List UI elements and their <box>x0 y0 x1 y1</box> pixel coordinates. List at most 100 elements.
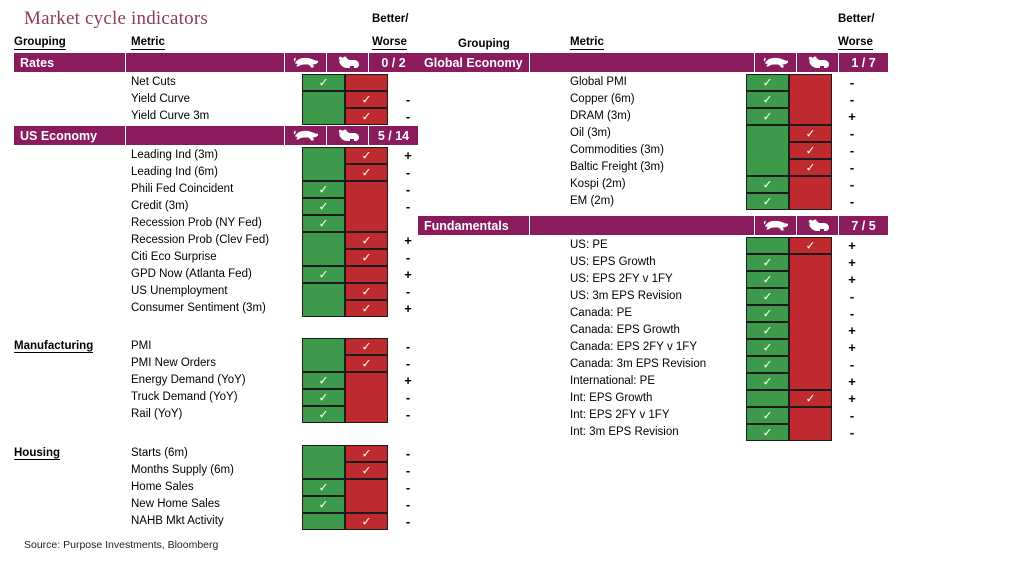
bear-cell[interactable]: ✓ <box>345 249 388 266</box>
bear-cell[interactable] <box>789 108 832 125</box>
metric-label: Months Supply (6m) <box>131 464 234 476</box>
bear-cell[interactable] <box>789 74 832 91</box>
bull-cell[interactable]: ✓ <box>302 215 345 232</box>
bear-cell[interactable] <box>345 496 388 513</box>
bull-cell[interactable] <box>302 283 345 300</box>
bull-cell[interactable] <box>746 390 789 407</box>
metric-row: Leading Ind (3m) ✓ + <box>14 147 418 164</box>
better-worse-indicator: - <box>849 126 855 141</box>
bear-cell[interactable]: ✓ <box>345 355 388 372</box>
bear-cell[interactable]: ✓ <box>345 283 388 300</box>
bear-cell[interactable] <box>789 193 832 210</box>
bull-cell[interactable] <box>746 142 789 159</box>
bear-cell[interactable]: ✓ <box>789 390 832 407</box>
bull-cell[interactable] <box>302 91 345 108</box>
bear-cell[interactable]: ✓ <box>345 147 388 164</box>
bear-cell[interactable] <box>789 322 832 339</box>
bull-cell[interactable] <box>302 147 345 164</box>
bull-cell[interactable] <box>302 338 345 355</box>
bear-cell[interactable]: ✓ <box>789 237 832 254</box>
bear-cell[interactable]: ✓ <box>345 338 388 355</box>
check-icon: ✓ <box>361 92 372 106</box>
bull-cell[interactable]: ✓ <box>746 254 789 271</box>
right-column-headers: Grouping Metric Worse <box>418 34 888 50</box>
metric-label: Int: 3m EPS Revision <box>570 426 679 438</box>
bull-cell[interactable]: ✓ <box>746 176 789 193</box>
bull-cell[interactable]: ✓ <box>746 407 789 424</box>
bear-cell[interactable]: ✓ <box>345 232 388 249</box>
bear-cell[interactable] <box>789 356 832 373</box>
metric-row: Canada: EPS 2FY v 1FY ✓ + <box>418 339 888 356</box>
bull-cell[interactable]: ✓ <box>302 181 345 198</box>
bull-cell[interactable]: ✓ <box>746 339 789 356</box>
bear-cell[interactable]: ✓ <box>789 142 832 159</box>
check-icon: ✓ <box>318 182 329 196</box>
bull-cell[interactable] <box>302 249 345 266</box>
bull-cell[interactable] <box>302 513 345 530</box>
bear-cell[interactable] <box>789 339 832 356</box>
bear-cell[interactable]: ✓ <box>345 462 388 479</box>
metric-label: DRAM (3m) <box>570 110 631 122</box>
bull-cell[interactable] <box>302 300 345 317</box>
bear-cell[interactable]: ✓ <box>789 159 832 176</box>
bull-cell[interactable]: ✓ <box>302 74 345 91</box>
bear-cell[interactable] <box>345 266 388 283</box>
bull-cell[interactable]: ✓ <box>746 356 789 373</box>
bull-cell[interactable]: ✓ <box>746 424 789 441</box>
bull-cell[interactable]: ✓ <box>302 389 345 406</box>
bull-cell[interactable]: ✓ <box>302 198 345 215</box>
bear-cell[interactable] <box>345 181 388 198</box>
group-score: 7 / 5 <box>838 216 888 235</box>
bear-cell[interactable]: ✓ <box>345 108 388 125</box>
header-grouping-right: Grouping <box>458 38 510 50</box>
group-score: 0 / 2 <box>368 53 418 72</box>
bull-cell[interactable]: ✓ <box>746 322 789 339</box>
header-grouping: Grouping <box>14 36 66 50</box>
bull-cell[interactable]: ✓ <box>746 271 789 288</box>
bear-cell[interactable] <box>789 271 832 288</box>
bull-cell[interactable]: ✓ <box>302 496 345 513</box>
bear-cell[interactable] <box>345 74 388 91</box>
bull-cell[interactable]: ✓ <box>302 266 345 283</box>
bull-cell[interactable]: ✓ <box>746 108 789 125</box>
bull-cell[interactable] <box>746 159 789 176</box>
bear-cell[interactable]: ✓ <box>345 513 388 530</box>
bear-cell[interactable] <box>789 176 832 193</box>
bear-cell[interactable] <box>789 305 832 322</box>
bear-cell[interactable] <box>345 215 388 232</box>
bear-cell[interactable] <box>345 406 388 423</box>
bear-cell[interactable]: ✓ <box>789 125 832 142</box>
bull-cell[interactable] <box>746 125 789 142</box>
bear-cell[interactable]: ✓ <box>345 445 388 462</box>
bull-cell[interactable]: ✓ <box>746 193 789 210</box>
bear-cell[interactable] <box>789 407 832 424</box>
bear-cell[interactable] <box>345 372 388 389</box>
bull-cell[interactable]: ✓ <box>746 74 789 91</box>
bull-cell[interactable]: ✓ <box>302 406 345 423</box>
bear-cell[interactable] <box>789 424 832 441</box>
bull-cell[interactable]: ✓ <box>302 479 345 496</box>
bear-cell[interactable] <box>789 373 832 390</box>
bear-cell[interactable]: ✓ <box>345 91 388 108</box>
bull-cell[interactable] <box>746 237 789 254</box>
bear-cell[interactable] <box>789 254 832 271</box>
bull-cell[interactable] <box>302 232 345 249</box>
bear-cell[interactable] <box>789 288 832 305</box>
bull-cell[interactable] <box>302 164 345 181</box>
bear-cell[interactable] <box>345 389 388 406</box>
bull-cell[interactable] <box>302 108 345 125</box>
bear-cell[interactable]: ✓ <box>345 300 388 317</box>
bull-cell[interactable] <box>302 355 345 372</box>
bull-cell[interactable]: ✓ <box>746 91 789 108</box>
bull-cell[interactable]: ✓ <box>746 305 789 322</box>
bull-cell[interactable]: ✓ <box>746 373 789 390</box>
bull-cell[interactable] <box>302 445 345 462</box>
bear-cell[interactable] <box>789 91 832 108</box>
bear-cell[interactable]: ✓ <box>345 164 388 181</box>
bear-cell[interactable] <box>345 479 388 496</box>
bull-cell[interactable]: ✓ <box>302 372 345 389</box>
bear-cell[interactable] <box>345 198 388 215</box>
group-name: Global Economy <box>418 53 530 72</box>
bull-cell[interactable] <box>302 462 345 479</box>
bull-cell[interactable]: ✓ <box>746 288 789 305</box>
